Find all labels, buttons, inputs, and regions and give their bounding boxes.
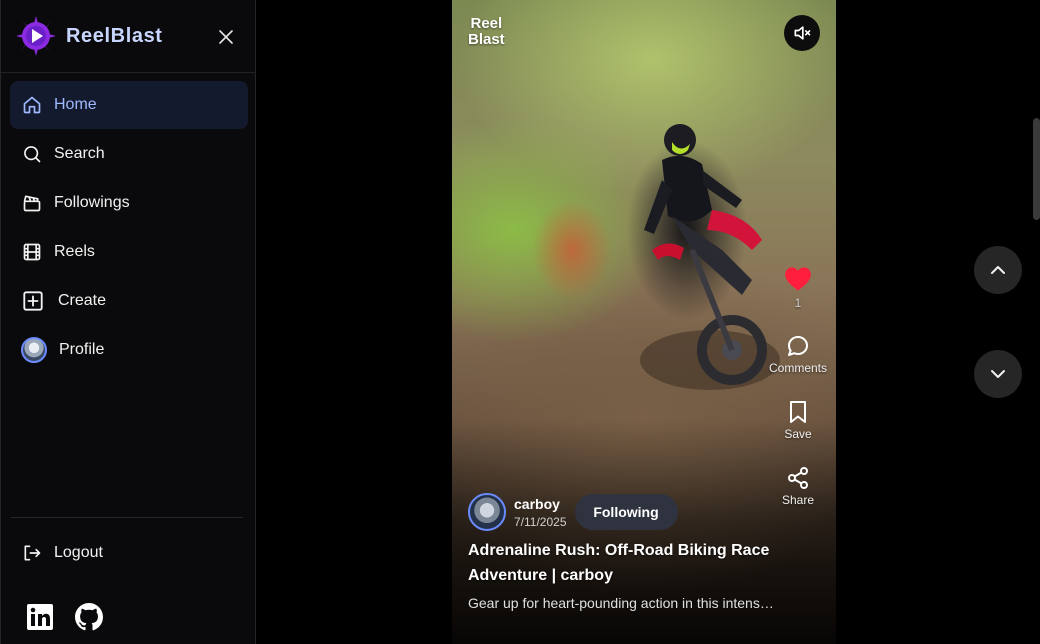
author-name[interactable]: carboy	[514, 496, 567, 512]
github-icon	[75, 603, 103, 631]
save-label: Save	[784, 427, 812, 441]
search-icon	[22, 144, 42, 164]
share-button[interactable]: Share	[764, 466, 832, 518]
home-icon	[22, 95, 42, 115]
chevron-down-icon	[991, 370, 1005, 378]
sidebar-item-label: Reels	[54, 243, 95, 260]
sidebar-item-profile[interactable]: Profile	[10, 326, 248, 374]
comments-button[interactable]: Comments	[764, 334, 832, 386]
logout-label: Logout	[54, 544, 103, 561]
like-count: 1	[794, 296, 802, 310]
divider	[1, 72, 256, 73]
sidebar: ReelBlast Home Search Followings Reels C…	[0, 0, 256, 644]
volume-muted-icon	[794, 26, 811, 40]
clapperboard-icon	[22, 193, 42, 213]
avatar	[21, 337, 47, 363]
sidebar-item-home[interactable]: Home	[10, 81, 248, 129]
author-meta: carboy 7/11/2025	[514, 496, 567, 529]
reelblast-logo-icon	[15, 15, 57, 57]
sidebar-item-label: Profile	[59, 341, 105, 358]
share-icon	[788, 467, 808, 489]
film-icon	[22, 242, 42, 262]
video-description[interactable]: Gear up for heart-pounding action in thi…	[468, 595, 778, 611]
sidebar-item-label: Create	[58, 292, 107, 309]
comment-bubble-icon	[788, 336, 808, 356]
author-avatar[interactable]	[468, 493, 506, 531]
linkedin-icon	[27, 604, 53, 630]
sidebar-item-search[interactable]: Search	[10, 130, 248, 178]
sidebar-item-label: Followings	[54, 194, 130, 211]
sidebar-item-label: Search	[54, 145, 105, 162]
chevron-up-icon	[991, 266, 1005, 274]
video-player[interactable]: Reel Blast 1 Comments Save Share carboy …	[452, 0, 836, 644]
plus-square-icon	[22, 290, 44, 312]
share-label: Share	[781, 493, 815, 507]
video-actions: 1 Comments Save Share	[764, 266, 832, 518]
sidebar-item-label: Home	[54, 96, 97, 113]
divider	[11, 517, 243, 518]
save-button[interactable]: Save	[764, 400, 832, 452]
sidebar-item-followings[interactable]: Followings	[10, 179, 248, 227]
comments-label: Comments	[768, 361, 827, 375]
like-button[interactable]: 1	[764, 266, 832, 318]
app-root: ReelBlast Home Search Followings Reels C…	[0, 0, 1040, 644]
scrollbar-thumb[interactable]	[1033, 118, 1040, 220]
mute-toggle-button[interactable]	[784, 15, 820, 51]
github-link[interactable]	[75, 603, 103, 631]
motocross-rider-image	[640, 124, 780, 390]
logout-icon	[22, 543, 42, 563]
previous-video-button[interactable]	[974, 246, 1022, 294]
bookmark-icon	[790, 401, 806, 423]
close-sidebar-button[interactable]	[213, 24, 239, 50]
sidebar-item-create[interactable]: Create	[10, 277, 248, 325]
following-button[interactable]: Following	[574, 494, 678, 530]
sidebar-nav: Home Search Followings Reels Create Prof…	[10, 81, 248, 375]
linkedin-link[interactable]	[26, 603, 54, 631]
logout-button[interactable]: Logout	[10, 530, 248, 576]
brand-name: ReelBlast	[66, 24, 163, 47]
heart-icon	[785, 267, 811, 291]
video-author: carboy 7/11/2025 Following	[468, 493, 678, 531]
next-video-button[interactable]	[974, 350, 1022, 398]
post-date: 7/11/2025	[514, 514, 567, 529]
video-title: Adrenaline Rush: Off-Road Biking Race Ad…	[468, 542, 770, 584]
sidebar-item-reels[interactable]: Reels	[10, 228, 248, 276]
close-icon	[219, 30, 233, 44]
reelblast-watermark: Reel Blast	[468, 16, 505, 48]
social-links	[26, 603, 103, 631]
watermark-line: Blast	[468, 31, 505, 48]
watermark-line: Reel	[470, 15, 503, 32]
brand[interactable]: ReelBlast	[15, 14, 163, 58]
